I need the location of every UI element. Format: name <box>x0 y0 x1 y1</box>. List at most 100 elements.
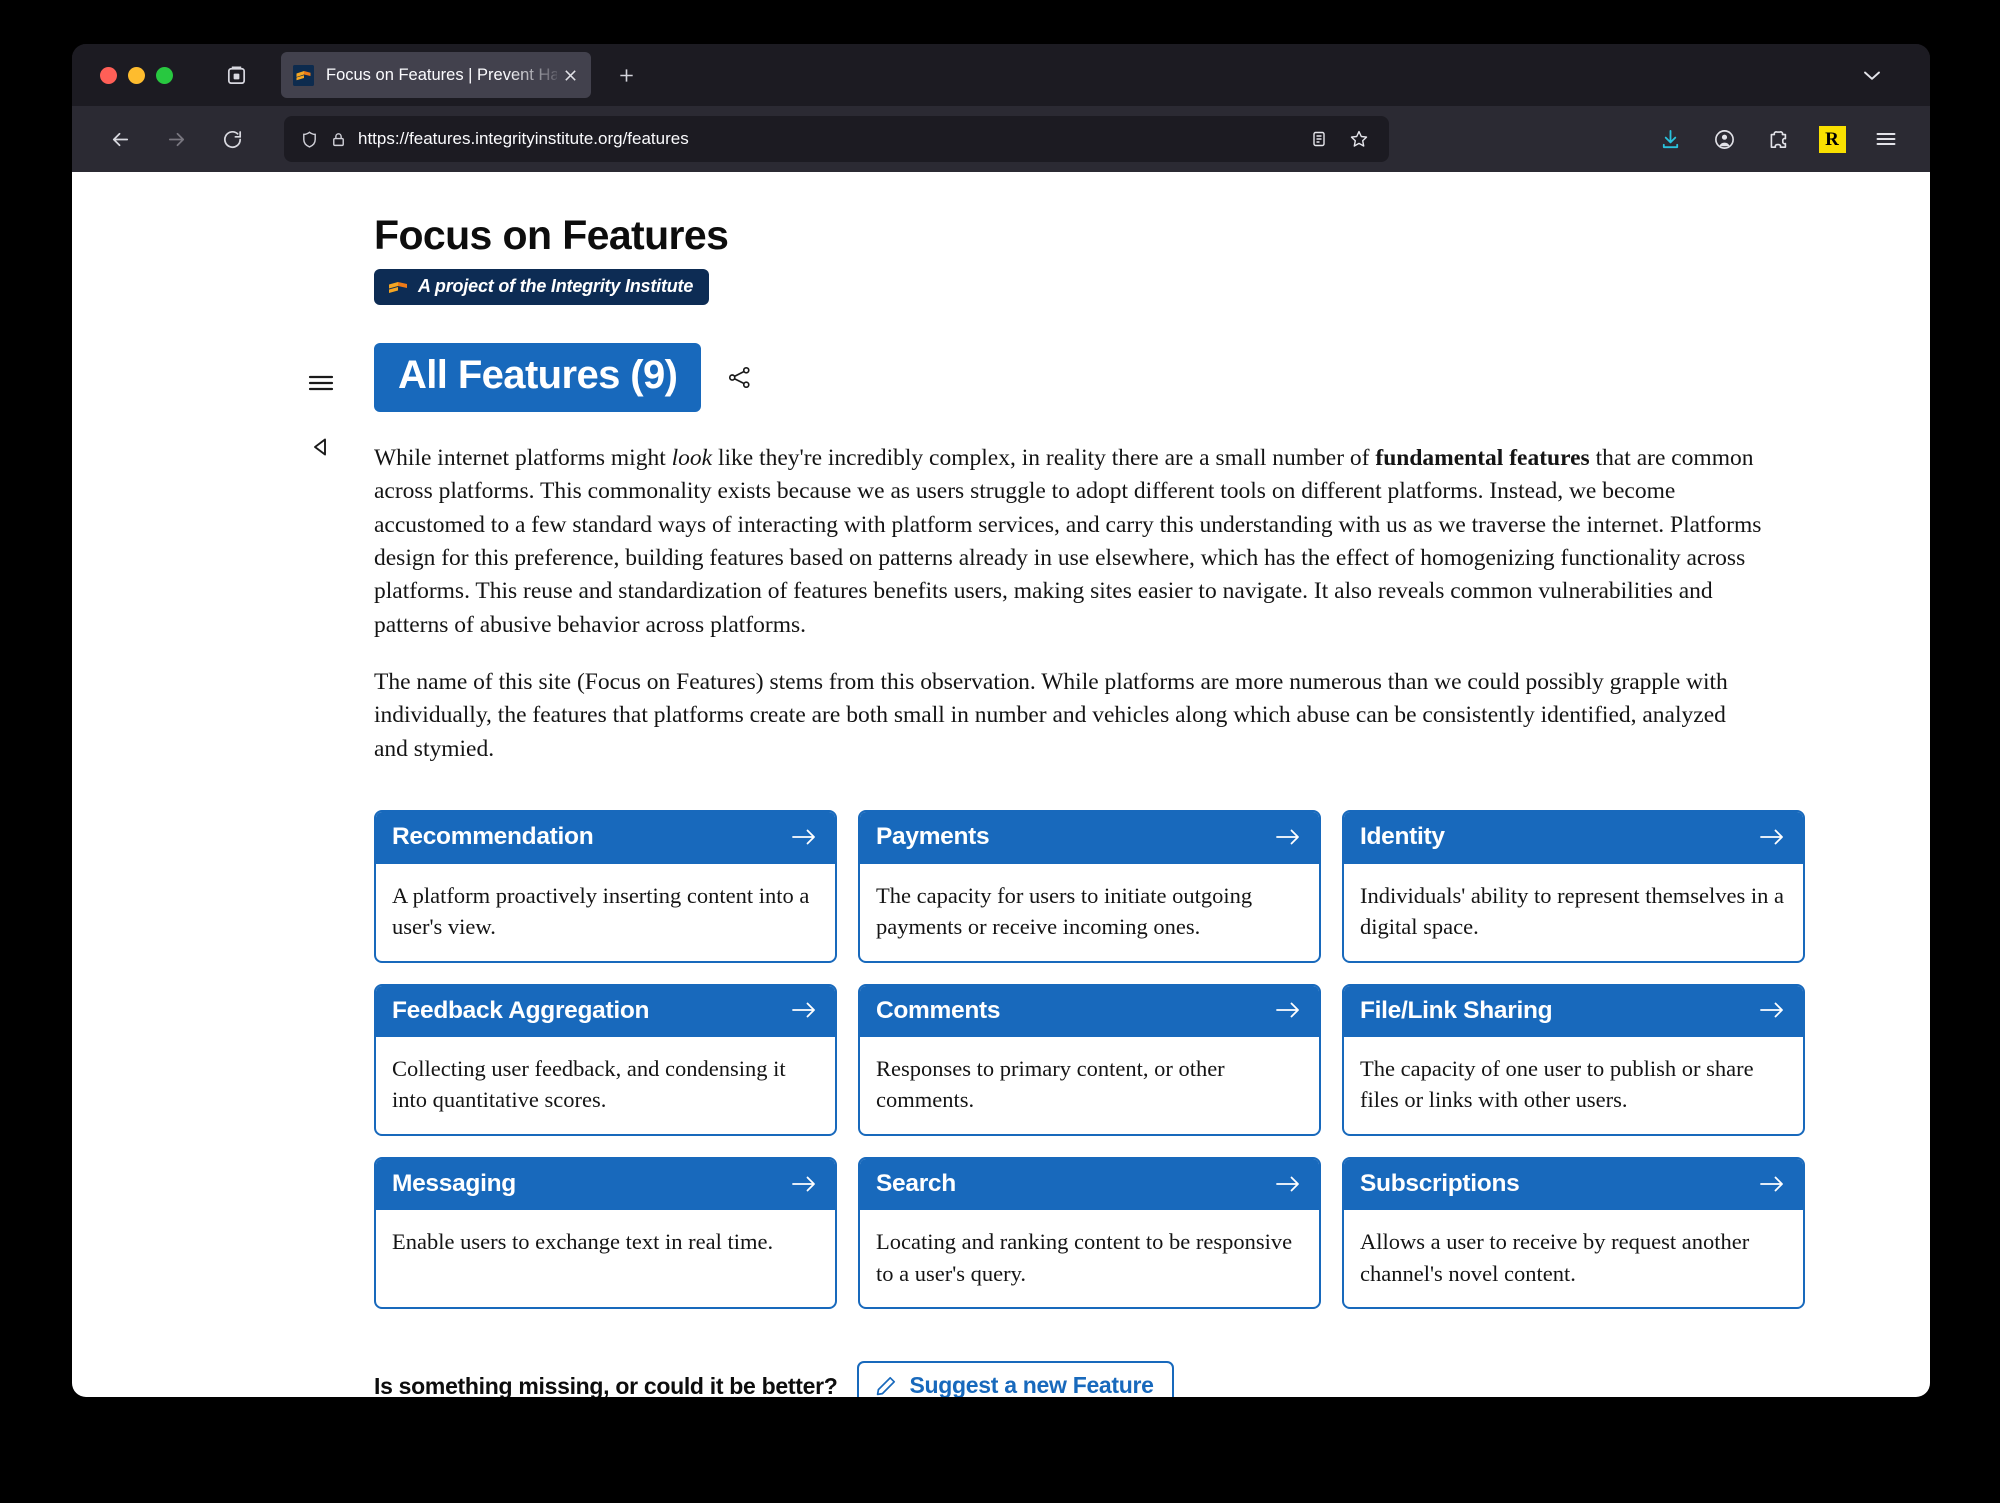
suggest-new-feature-button[interactable]: Suggest a new Feature <box>857 1361 1174 1397</box>
page-side-controls <box>304 368 338 462</box>
reader-view-icon[interactable] <box>1303 123 1335 155</box>
feature-card-header: Payments <box>860 812 1319 864</box>
extension-r-badge[interactable]: R <box>1810 117 1854 161</box>
browser-tab-strip: Focus on Features | Prevent Har <box>72 44 1930 106</box>
extensions-puzzle-icon[interactable] <box>1756 117 1800 161</box>
feature-card-description: The capacity for users to initiate outgo… <box>876 882 1253 940</box>
suggest-feature-question: Is something missing, or could it be bet… <box>374 1373 838 1397</box>
lock-icon[interactable] <box>330 131 347 148</box>
page-inner: Focus on Features A project of the Integ… <box>72 172 1930 1397</box>
feature-card-header: Comments <box>860 985 1319 1037</box>
feature-card[interactable]: File/Link Sharing The capacity of one us… <box>1342 983 1805 1136</box>
url-address-bar[interactable]: https://features.integrityinstitute.org/… <box>284 116 1389 162</box>
minimize-window-button[interactable] <box>128 66 145 84</box>
feature-card[interactable]: Identity Individuals' ability to represe… <box>1342 810 1805 963</box>
feature-card-description: Locating and ranking content to be respo… <box>876 1229 1293 1286</box>
list-all-tabs-chevron-down-icon[interactable] <box>1850 55 1894 95</box>
integrity-institute-ribbon-icon <box>388 279 408 295</box>
para1-bold-fundamental-features: fundamental features <box>1375 444 1590 471</box>
feature-card-title: File/Link Sharing <box>1360 996 1553 1024</box>
account-icon[interactable] <box>1702 117 1746 161</box>
hamburger-menu-icon[interactable] <box>304 368 338 398</box>
shield-icon[interactable] <box>300 130 319 149</box>
arrow-right-icon <box>791 1000 817 1020</box>
bookmark-star-icon[interactable] <box>1343 123 1375 155</box>
desktop-background: Focus on Features | Prevent Har https://… <box>0 0 2000 1503</box>
browser-tab[interactable]: Focus on Features | Prevent Har <box>281 52 591 98</box>
triangle-left-icon[interactable] <box>304 432 338 462</box>
app-menu-hamburger-menu-icon[interactable] <box>1864 117 1908 161</box>
feature-card[interactable]: Recommendation A platform proactively in… <box>374 810 837 963</box>
feature-card-description: Collecting user feedback, and condensing… <box>392 1055 786 1113</box>
feature-card-title: Payments <box>876 823 990 851</box>
extension-badge-label: R <box>1818 125 1846 153</box>
feature-card-description: Enable users to exchange text in real ti… <box>392 1229 774 1255</box>
feature-card-header: Feedback Aggregation <box>376 985 835 1037</box>
suggest-feature-row: Is something missing, or could it be bet… <box>374 1361 1764 1397</box>
feature-card[interactable]: Feedback Aggregation Collecting user fee… <box>374 983 837 1136</box>
new-tab-button[interactable] <box>605 54 647 96</box>
project-attribution-pill[interactable]: A project of the Integrity Institute <box>374 269 710 306</box>
feature-card-title: Subscriptions <box>1360 1169 1520 1197</box>
page-title: Focus on Features <box>374 212 729 258</box>
feature-card-title: Recommendation <box>392 823 594 851</box>
integrity-institute-favicon <box>293 64 314 86</box>
suggest-new-feature-label: Suggest a new Feature <box>909 1372 1154 1397</box>
features-grid: Recommendation A platform proactively in… <box>374 810 1805 1310</box>
firefox-view-icon[interactable] <box>217 56 255 94</box>
feature-card-header: Search <box>860 1158 1319 1211</box>
feature-card[interactable]: Comments Responses to primary content, o… <box>858 983 1321 1136</box>
para1-segment-1: While internet platforms might <box>374 444 672 471</box>
feature-card[interactable]: Search Locating and ranking content to b… <box>858 1156 1321 1310</box>
main-column: Focus on Features A project of the Integ… <box>374 212 1805 1397</box>
browser-window: Focus on Features | Prevent Har https://… <box>72 44 1930 1397</box>
forward-button[interactable] <box>154 117 198 161</box>
feature-card-description: Allows a user to receive by request anot… <box>1360 1229 1750 1286</box>
page-content-area: Focus on Features A project of the Integ… <box>72 172 1930 1397</box>
feature-card-header: File/Link Sharing <box>1344 985 1803 1037</box>
section-header: All Features (9) <box>374 343 1764 412</box>
intro-paragraph-1: While internet platforms might look like… <box>374 442 1764 642</box>
browser-toolbar-actions: R <box>1648 117 1908 161</box>
browser-tab-title: Focus on Features | Prevent Har <box>326 65 557 84</box>
window-traffic-lights <box>100 66 173 84</box>
arrow-right-icon <box>791 827 817 847</box>
downloads-download-icon[interactable] <box>1648 117 1692 161</box>
back-button[interactable] <box>98 117 142 161</box>
browser-navigation-bar: https://features.integrityinstitute.org/… <box>72 106 1930 172</box>
feature-card-title: Comments <box>876 996 1001 1024</box>
feature-card-title: Search <box>876 1169 956 1197</box>
para1-segment-2: like they're incredibly complex, in real… <box>712 444 1376 471</box>
feature-card-title: Identity <box>1360 823 1445 851</box>
feature-card-header: Identity <box>1344 812 1803 864</box>
intro-paragraph-2: The name of this site (Focus on Features… <box>374 669 1728 762</box>
feature-card[interactable]: Subscriptions Allows a user to receive b… <box>1342 1156 1805 1310</box>
arrow-right-icon <box>1759 827 1785 847</box>
arrow-right-icon <box>791 1174 817 1194</box>
arrow-right-icon <box>1275 1000 1301 1020</box>
feature-card-description: Individuals' ability to represent themse… <box>1360 882 1784 940</box>
feature-card[interactable]: Payments The capacity for users to initi… <box>858 810 1321 963</box>
reload-button[interactable] <box>210 117 254 161</box>
maximize-window-button[interactable] <box>156 66 173 84</box>
pencil-icon <box>875 1375 897 1397</box>
project-attribution-label: A project of the Integrity Institute <box>418 276 694 297</box>
feature-card-header: Messaging <box>376 1158 835 1211</box>
feature-card-header: Subscriptions <box>1344 1158 1803 1211</box>
feature-card[interactable]: Messaging Enable users to exchange text … <box>374 1156 837 1310</box>
feature-card-title: Feedback Aggregation <box>392 996 650 1024</box>
arrow-right-icon <box>1759 1000 1785 1020</box>
url-text: https://features.integrityinstitute.org/… <box>358 129 689 148</box>
arrow-right-icon <box>1275 1174 1301 1194</box>
feature-card-description: A platform proactively inserting content… <box>392 882 810 940</box>
arrow-right-icon <box>1759 1174 1785 1194</box>
feature-card-header: Recommendation <box>376 812 835 864</box>
all-features-badge: All Features (9) <box>374 343 702 412</box>
feature-card-title: Messaging <box>392 1169 516 1197</box>
close-window-button[interactable] <box>100 66 117 84</box>
share-icon[interactable] <box>723 361 755 393</box>
para1-segment-3: that are common across platforms. This c… <box>374 444 1762 638</box>
arrow-right-icon <box>1275 827 1301 847</box>
close-tab-button[interactable] <box>557 62 583 88</box>
para1-italic-look: look <box>671 444 713 471</box>
